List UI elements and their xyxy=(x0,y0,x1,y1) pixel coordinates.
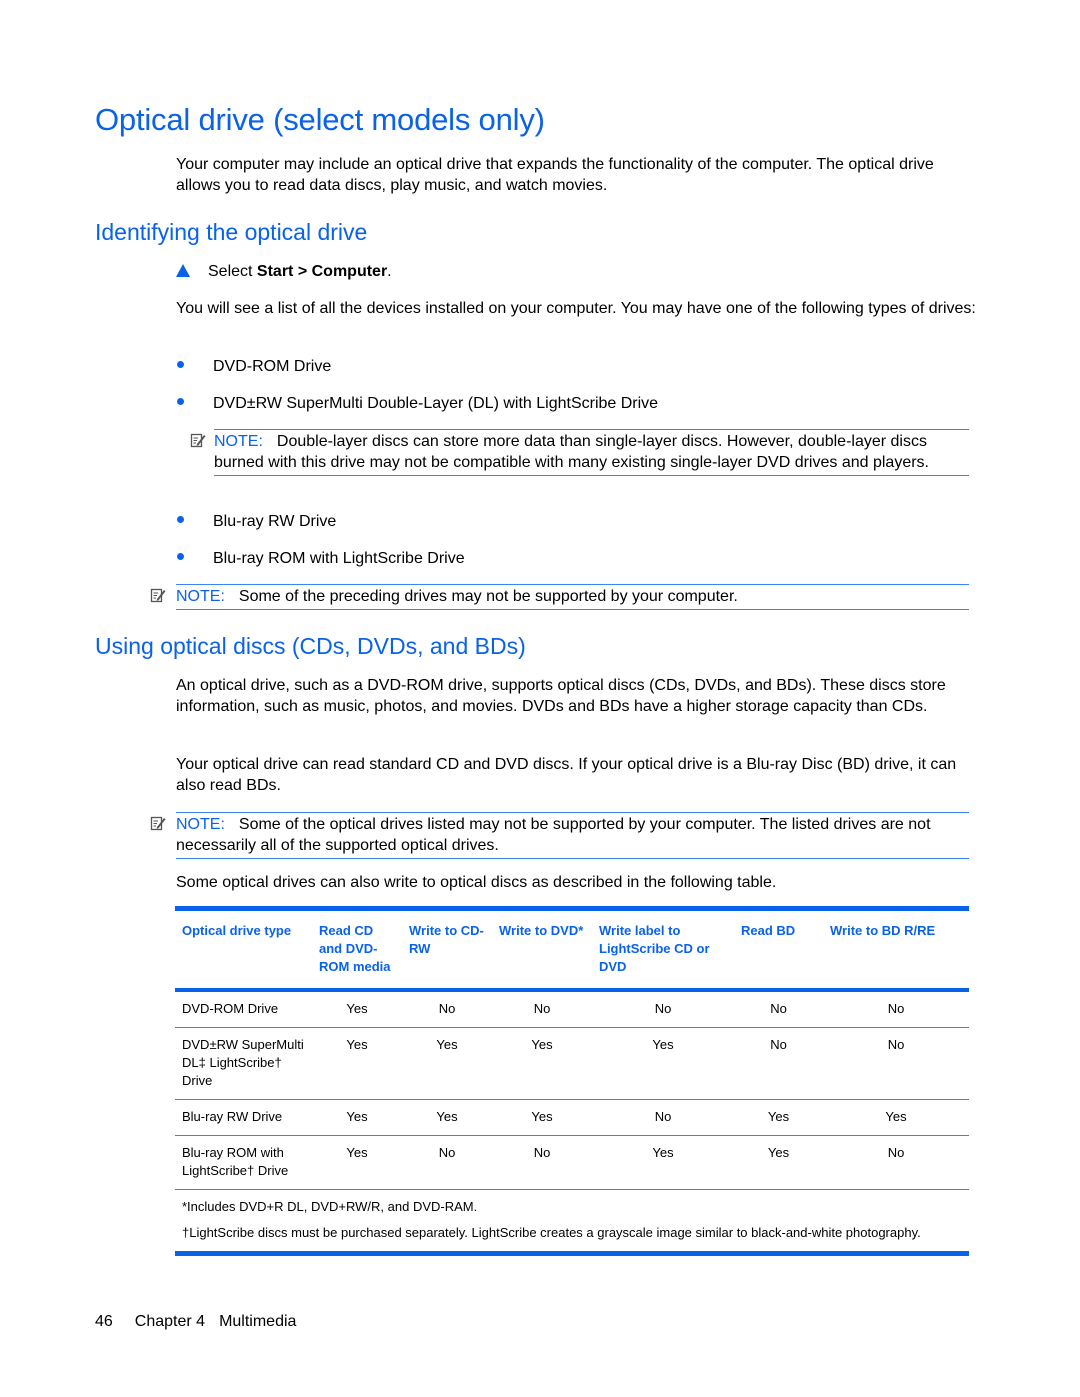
footnote-lightscribe: †LightScribe discs must be purchased sep… xyxy=(175,1216,969,1256)
note-double-layer: NOTE: Double-layer discs can store more d… xyxy=(214,429,969,476)
table-row: Blu-ray ROM with LightScribe† Drive Yes … xyxy=(175,1135,969,1190)
value-cell: Yes xyxy=(402,1099,492,1136)
value-cell: Yes xyxy=(312,1135,402,1190)
value-cell: No xyxy=(402,1135,492,1190)
value-cell: Yes xyxy=(734,1099,823,1136)
section-heading-using: Using optical discs (CDs, DVDs, and BDs) xyxy=(95,633,526,659)
list-item: Blu-ray ROM with LightScribe Drive xyxy=(176,548,465,569)
value-cell: Yes xyxy=(592,1027,734,1100)
table-footnote-row: *Includes DVD+R DL, DVD+RW/R, and DVD-RA… xyxy=(175,1190,969,1217)
bullet-icon xyxy=(177,361,184,368)
bullet-icon xyxy=(177,553,184,560)
page-footer: 46 Chapter 4 Multimedia xyxy=(95,1313,296,1331)
note-icon xyxy=(190,433,206,448)
value-cell: No xyxy=(492,990,592,1028)
note-icon xyxy=(150,588,166,603)
note-listed-drives: NOTE: Some of the optical drives listed m… xyxy=(176,812,969,859)
drive-type-cell: Blu-ray RW Drive xyxy=(175,1099,312,1136)
drive-type-cell: Blu-ray ROM with LightScribe† Drive xyxy=(175,1135,312,1190)
optical-drive-table: Optical drive type Read CD and DVD-ROM m… xyxy=(175,906,969,1256)
value-cell: No xyxy=(734,990,823,1028)
devices-paragraph: You will see a list of all the devices i… xyxy=(176,300,976,317)
value-cell: No xyxy=(823,990,969,1028)
step-path: Start > Computer xyxy=(256,263,388,280)
note-preceding-drives: NOTE: Some of the preceding drives may no… xyxy=(176,584,969,610)
table-row: DVD-ROM Drive Yes No No No No No xyxy=(175,990,969,1028)
drive-type-cell: DVD±RW SuperMulti DL‡ LightScribe† Drive xyxy=(175,1027,312,1100)
value-cell: Yes xyxy=(492,1027,592,1100)
page-title: Optical drive (select models only) xyxy=(95,102,545,137)
value-cell: Yes xyxy=(402,1027,492,1100)
note-label: NOTE: xyxy=(214,433,263,450)
value-cell: No xyxy=(592,1099,734,1136)
table-row: Blu-ray RW Drive Yes Yes Yes No Yes Yes xyxy=(175,1099,969,1136)
footnote-dvd: *Includes DVD+R DL, DVD+RW/R, and DVD-RA… xyxy=(182,1199,478,1214)
column-header: Write label to LightScribe CD or DVD xyxy=(592,906,734,992)
table-row: DVD±RW SuperMulti DL‡ LightScribe† Drive… xyxy=(175,1027,969,1100)
intro-paragraph: Your computer may include an optical dri… xyxy=(176,156,934,194)
list-item: DVD±RW SuperMulti Double-Layer (DL) with… xyxy=(176,393,658,414)
value-cell: No xyxy=(492,1135,592,1190)
value-cell: Yes xyxy=(312,1099,402,1136)
value-cell: No xyxy=(402,990,492,1028)
bullet-icon xyxy=(177,398,184,405)
value-cell: Yes xyxy=(312,990,402,1028)
value-cell: No xyxy=(592,990,734,1028)
value-cell: Yes xyxy=(312,1027,402,1100)
column-header: Write to DVD* xyxy=(492,906,592,992)
column-header: Read CD and DVD-ROM media xyxy=(312,906,402,992)
column-header: Write to CD-RW xyxy=(402,906,492,992)
procedure-step: Select Start > Computer. xyxy=(176,261,392,282)
section-heading-identifying: Identifying the optical drive xyxy=(95,219,368,245)
table-intro-paragraph: Some optical drives can also write to op… xyxy=(176,874,777,891)
table-header-row: Optical drive type Read CD and DVD-ROM m… xyxy=(175,906,969,992)
value-cell: Yes xyxy=(734,1135,823,1190)
column-header: Read BD xyxy=(734,906,823,992)
note-icon xyxy=(150,816,166,831)
column-header: Optical drive type xyxy=(175,906,312,992)
note-label: NOTE: xyxy=(176,816,225,833)
list-item: Blu-ray RW Drive xyxy=(176,511,336,532)
value-cell: No xyxy=(823,1135,969,1190)
table-footnote-row: †LightScribe discs must be purchased sep… xyxy=(175,1216,969,1256)
chapter-title: Multimedia xyxy=(219,1313,297,1330)
drive-type-cell: DVD-ROM Drive xyxy=(175,990,312,1028)
value-cell: No xyxy=(734,1027,823,1100)
value-cell: Yes xyxy=(592,1135,734,1190)
page-number: 46 xyxy=(95,1313,113,1330)
list-item: DVD-ROM Drive xyxy=(176,356,331,377)
chapter-label: Chapter 4 xyxy=(134,1313,206,1330)
value-cell: Yes xyxy=(492,1099,592,1136)
note-label: NOTE: xyxy=(176,588,225,605)
read-paragraph: Your optical drive can read standard CD … xyxy=(176,756,957,794)
step-triangle-icon xyxy=(176,264,190,277)
discs-paragraph: An optical drive, such as a DVD-ROM driv… xyxy=(176,677,946,715)
column-header: Write to BD R/RE xyxy=(823,906,969,992)
value-cell: No xyxy=(823,1027,969,1100)
value-cell: Yes xyxy=(823,1099,969,1136)
bullet-icon xyxy=(177,516,184,523)
